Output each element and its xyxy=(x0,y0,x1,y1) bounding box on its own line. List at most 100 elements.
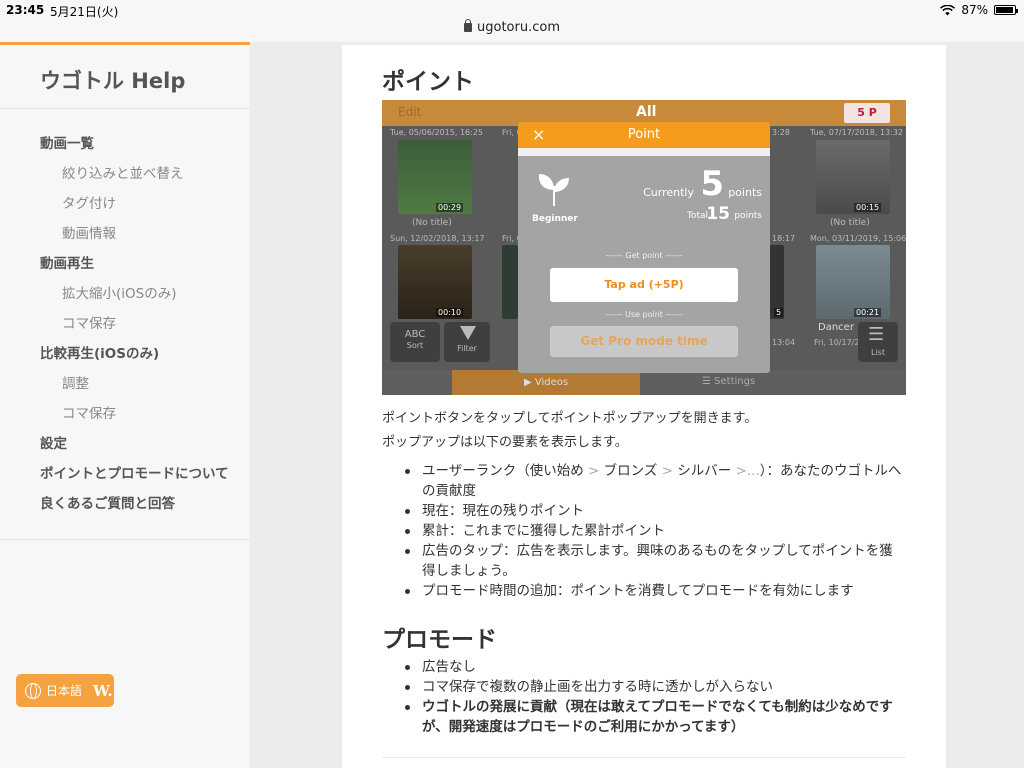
status-right: 87% xyxy=(940,3,1018,17)
nav-video-list[interactable]: 動画一覧 xyxy=(0,129,250,159)
list-item: 累計：これまでに獲得した累計ポイント xyxy=(382,521,906,541)
settings-icon: ☰ xyxy=(702,376,711,387)
nav-compare-frame-save[interactable]: コマ保存 xyxy=(0,399,250,429)
settings-tab-label: Settings xyxy=(714,376,756,387)
arrow-separator: > xyxy=(588,463,600,479)
video-duration: 00:15 xyxy=(854,203,882,212)
sort-label: Sort xyxy=(406,341,424,350)
app-screenshot: Edit All 5 P Tue, 05/06/2015, 16:25 Fri,… xyxy=(382,100,906,395)
nav-playback[interactable]: 動画再生 xyxy=(0,249,250,279)
nav-frame-save[interactable]: コマ保存 xyxy=(0,309,250,339)
grid-date: Tue, 07/17/2018, 13:32 xyxy=(810,128,903,137)
feature-list: ユーザーランク（使い始め > ブロンズ > シルバー >...）：あなたのウゴト… xyxy=(382,461,906,601)
arrow-separator: >... xyxy=(735,463,760,479)
wifi-icon xyxy=(940,4,956,15)
videos-tab: ▶ Videos xyxy=(452,370,640,395)
weglot-logo: W. xyxy=(93,681,113,700)
video-title: (No title) xyxy=(412,218,452,228)
videos-tab-label: Videos xyxy=(534,377,569,388)
nav-settings[interactable]: 設定 xyxy=(0,429,250,459)
app-points-badge: 5 P xyxy=(844,103,890,123)
pro-mode-list: 広告なし コマ保存で複数の静止画を出力する時に透かしが入らない ウゴトルの発展に… xyxy=(382,657,906,737)
list-item: ユーザーランク（使い始め > ブロンズ > シルバー >...）：あなたのウゴト… xyxy=(382,461,906,501)
video-duration: 00:21 xyxy=(854,308,882,317)
sidebar-divider xyxy=(0,108,250,109)
sidebar-nav: 動画一覧 絞り込みと並べ替え タグ付け 動画情報 動画再生 拡大縮小(iOSのみ… xyxy=(0,129,250,519)
point-popup: Point × Beginner Currently 5 points Tota… xyxy=(518,122,770,373)
site-brand[interactable]: ウゴトル Help xyxy=(40,65,185,95)
nav-faq[interactable]: 良くあるご質問と回答 xyxy=(0,489,250,519)
sort-button: ABC Sort xyxy=(390,322,440,362)
nav-points-pro[interactable]: ポイントとプロモードについて xyxy=(0,459,250,489)
list-item: 広告のタップ：広告を表示します。興味のあるものをタップしてポイントを獲得しましょ… xyxy=(382,541,906,581)
list-item: 広告なし xyxy=(382,657,906,677)
battery-percent: 87% xyxy=(961,3,988,17)
points-unit: points xyxy=(734,211,762,221)
video-title: (No title) xyxy=(830,218,870,228)
video-icon: ▶ xyxy=(523,377,532,388)
status-date: 5月21日(火) xyxy=(50,5,119,19)
filter-button: Filter xyxy=(444,322,490,362)
grid-date: Mon, 03/11/2019, 15:06 xyxy=(810,234,906,243)
abc-icon: ABC xyxy=(404,329,426,340)
currently-label: Currently xyxy=(643,186,694,199)
grid-date: 18:17 xyxy=(772,234,796,243)
use-point-label: ------ Use point ------ xyxy=(605,310,683,319)
paragraph: ポップアップは以下の要素を表示します。 xyxy=(382,435,628,450)
filter-label: Filter xyxy=(457,344,477,353)
grid-date: Sun, 12/02/2018, 13:17 xyxy=(390,234,485,243)
rank-text: シルバー xyxy=(677,463,732,479)
grid-date: Fri, 10/17/20 xyxy=(814,338,865,347)
list-item: 現在：現在の残りポイント xyxy=(382,501,906,521)
url-text: ugotoru.com xyxy=(477,20,560,35)
nav-compare[interactable]: 比較再生(iOSのみ) xyxy=(0,339,250,369)
nav-filter-sort[interactable]: 絞り込みと並べ替え xyxy=(0,159,250,189)
nav-video-info[interactable]: 動画情報 xyxy=(0,219,250,249)
status-bar: 23:45 5月21日(火) 87% xyxy=(0,0,1024,20)
status-time: 23:45 xyxy=(6,3,45,17)
globe-icon xyxy=(25,682,41,699)
language-button[interactable]: 日本語 W. xyxy=(16,674,114,707)
sidebar-divider-bottom xyxy=(0,539,250,540)
video-duration: 5 xyxy=(774,308,784,317)
video-thumbnail xyxy=(502,245,518,319)
main-content: ポイント Edit All 5 P Tue, 05/06/2015, 16:25… xyxy=(342,45,946,768)
app-title: All xyxy=(636,104,657,120)
arrow-separator: > xyxy=(661,463,673,479)
paragraph: ポイントボタンをタップしてポイントポップアップを開きます。 xyxy=(382,411,758,426)
popup-header: Point xyxy=(518,122,770,148)
grid-date: 3:28 xyxy=(772,128,790,137)
list-item: プロモード時間の追加：ポイントを消費してプロモードを有効にします xyxy=(382,581,906,601)
sprout-icon xyxy=(538,174,569,206)
list-button: List xyxy=(858,322,898,362)
lock-icon xyxy=(464,19,472,32)
video-duration: 00:29 xyxy=(436,203,464,212)
content-divider xyxy=(382,757,906,758)
nav-zoom[interactable]: 拡大縮小(iOSのみ) xyxy=(0,279,250,309)
user-rank: Beginner xyxy=(532,214,578,224)
list-item: コマ保存で複数の静止画を出力する時に透かしが入らない xyxy=(382,677,906,697)
url-bar[interactable]: ugotoru.com xyxy=(0,19,1024,42)
rank-text: ユーザーランク（使い始め xyxy=(422,463,584,479)
popup-title: Point xyxy=(627,127,661,142)
video-duration: 00:10 xyxy=(436,308,464,317)
settings-tab: ☰ Settings xyxy=(702,376,755,387)
list-item: ウゴトルの発展に貢献（現在は敢えてプロモードでなくても制約は少なめですが、開発速… xyxy=(382,697,906,737)
points-unit: points xyxy=(728,186,762,199)
rank-text: ブロンズ xyxy=(603,463,658,479)
get-point-label: ------ Get point ------ xyxy=(605,251,683,260)
grid-date: 13:04 xyxy=(772,338,796,347)
total-points: 15 xyxy=(706,204,730,224)
tap-ad-button: Tap ad (+5P) xyxy=(550,268,738,302)
heading-point: ポイント xyxy=(382,69,474,95)
battery-icon xyxy=(994,5,1018,15)
pro-mode-button: Get Pro mode time xyxy=(550,326,738,357)
nav-adjust[interactable]: 調整 xyxy=(0,369,250,399)
app-edit-label: Edit xyxy=(398,105,422,119)
current-points: 5 xyxy=(700,164,724,204)
sidebar: ウゴトル Help 動画一覧 絞り込みと並べ替え タグ付け 動画情報 動画再生 … xyxy=(0,45,250,768)
close-icon: × xyxy=(532,125,546,144)
nav-tagging[interactable]: タグ付け xyxy=(0,189,250,219)
popup-divider xyxy=(518,148,770,156)
heading-pro-mode: プロモード xyxy=(382,627,497,653)
